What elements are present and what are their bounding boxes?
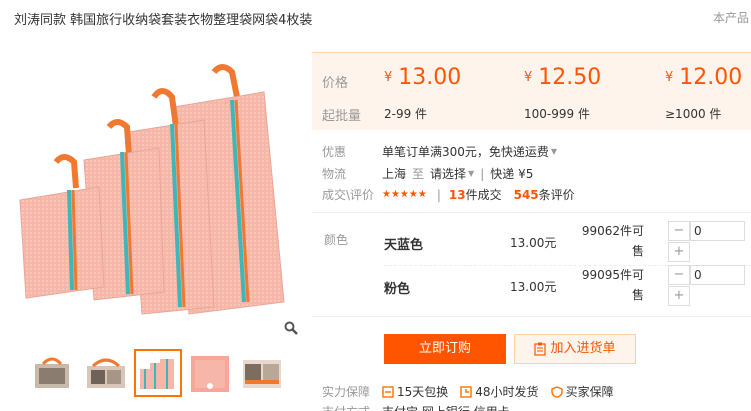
sku-price: 13.00元: [510, 236, 557, 250]
price-label: 价格: [322, 76, 349, 91]
rating-stars: ★★★★★: [382, 189, 427, 200]
chevron-down-icon[interactable]: ▼: [468, 169, 474, 178]
minus-button[interactable]: −: [668, 265, 690, 285]
qty-tier-3: ≥1000 件: [665, 107, 722, 121]
guarantee-text: 15天包换: [397, 385, 449, 399]
sku-row: 天蓝色 13.00元 99062件可售 − +: [384, 221, 751, 263]
payment-methods: 支付宝 网上银行 信用卡: [382, 403, 510, 411]
add-to-cart-label: 加入进货单: [550, 341, 616, 356]
plus-button[interactable]: +: [668, 242, 690, 262]
to-word: 至: [412, 167, 425, 181]
add-to-cart-button[interactable]: 加入进货单: [514, 334, 636, 364]
guarantee-buyer[interactable]: 买家保障: [550, 383, 614, 400]
thumbnail-1[interactable]: [28, 349, 76, 397]
clock-icon: [460, 385, 472, 398]
express-fee: 快递 ¥5: [490, 167, 534, 181]
deals-row: 成交\评价 ★★★★★ | 13 件成交 545 条评价: [322, 186, 575, 203]
thumbnail-3[interactable]: [134, 349, 182, 397]
thumbnail-4[interactable]: [186, 349, 234, 397]
sku-price: 13.00元: [510, 280, 557, 294]
price-value: 12.50: [538, 65, 602, 90]
price-tier-1: ¥13.00: [384, 65, 461, 90]
shield-icon: [550, 385, 563, 398]
guarantee-text: 买家保障: [565, 385, 614, 399]
plus-button[interactable]: +: [668, 286, 690, 306]
thumbnail-strip: [14, 349, 314, 405]
clipboard-icon: [534, 342, 547, 356]
deals-label: 成交\评价: [322, 188, 375, 202]
price-value: 13.00: [398, 65, 462, 90]
quantity-stepper: − +: [668, 221, 748, 263]
sku-row: 粉色 13.00元 99095件可售 − +: [384, 265, 751, 307]
guarantee-row: 实力保障 15天包换 48小时发货 买家保障: [322, 383, 626, 400]
logistics-row: 物流 上海 至 请选择 ▼ | 快递 ¥5: [322, 165, 533, 182]
promo-label: 优惠: [322, 145, 347, 159]
sku-name: 粉色: [384, 282, 411, 297]
guarantee-exchange[interactable]: 15天包换: [382, 383, 448, 400]
main-product-image[interactable]: [14, 52, 304, 342]
divider: [312, 316, 751, 317]
qty-tier-2: 100-999 件: [524, 107, 590, 121]
price-tier-3: ¥12.00: [665, 65, 742, 90]
qty-tier-1: 2-99 件: [384, 107, 428, 121]
mesh-bags-illustration: [19, 64, 285, 315]
from-city: 上海: [382, 167, 407, 181]
quantity-input[interactable]: [690, 265, 745, 285]
currency-symbol: ¥: [524, 70, 533, 85]
order-now-button[interactable]: 立即订购: [384, 334, 506, 364]
zoom-icon[interactable]: [281, 318, 301, 338]
destination-select[interactable]: 请选择: [430, 165, 466, 182]
deals-count[interactable]: 13: [449, 188, 466, 202]
price-tier-2: ¥12.50: [524, 65, 601, 90]
guarantee-label: 实力保障: [322, 385, 371, 399]
currency-symbol: ¥: [665, 70, 674, 85]
divider: [312, 212, 751, 213]
min-qty-label: 起批量: [322, 109, 362, 124]
separator: |: [480, 166, 485, 181]
payment-row: 支付方式 支付宝 网上银行 信用卡: [322, 403, 510, 411]
sku-stock: 99095件可售: [581, 268, 644, 302]
currency-symbol: ¥: [384, 70, 393, 85]
minus-button[interactable]: −: [668, 221, 690, 241]
separator: |: [436, 187, 441, 202]
guarantee-text: 48小时发货: [475, 385, 539, 399]
thumbnail-2[interactable]: [82, 349, 130, 397]
price-value: 12.00: [679, 65, 743, 90]
price-panel: 价格 起批量 ¥13.00 2-99 件 ¥12.50 100-999 件 ¥1…: [312, 52, 751, 130]
logistics-label: 物流: [322, 167, 347, 181]
sku-name: 天蓝色: [384, 238, 424, 253]
promo-row: 优惠 单笔订单满300元，免快递运费 ▼: [322, 143, 557, 160]
quantity-input[interactable]: [690, 221, 745, 241]
chevron-down-icon[interactable]: ▼: [551, 147, 557, 156]
color-label: 颜色: [324, 233, 349, 247]
report-link[interactable]: 本产品: [713, 9, 751, 26]
exchange-icon: [382, 385, 394, 398]
quantity-stepper: − +: [668, 265, 748, 307]
deals-suffix: 件成交: [465, 188, 502, 202]
review-count[interactable]: 545: [514, 188, 539, 202]
promo-text[interactable]: 单笔订单满300元，免快递运费: [382, 143, 549, 160]
sku-stock: 99062件可售: [581, 224, 644, 258]
review-suffix: 条评价: [538, 188, 575, 202]
thumbnail-5[interactable]: [238, 349, 286, 397]
payment-label: 支付方式: [322, 403, 382, 411]
guarantee-shipping[interactable]: 48小时发货: [460, 383, 539, 400]
product-title: 刘涛同款 韩国旅行收纳袋套装衣物整理袋网袋4枚装: [14, 13, 313, 28]
